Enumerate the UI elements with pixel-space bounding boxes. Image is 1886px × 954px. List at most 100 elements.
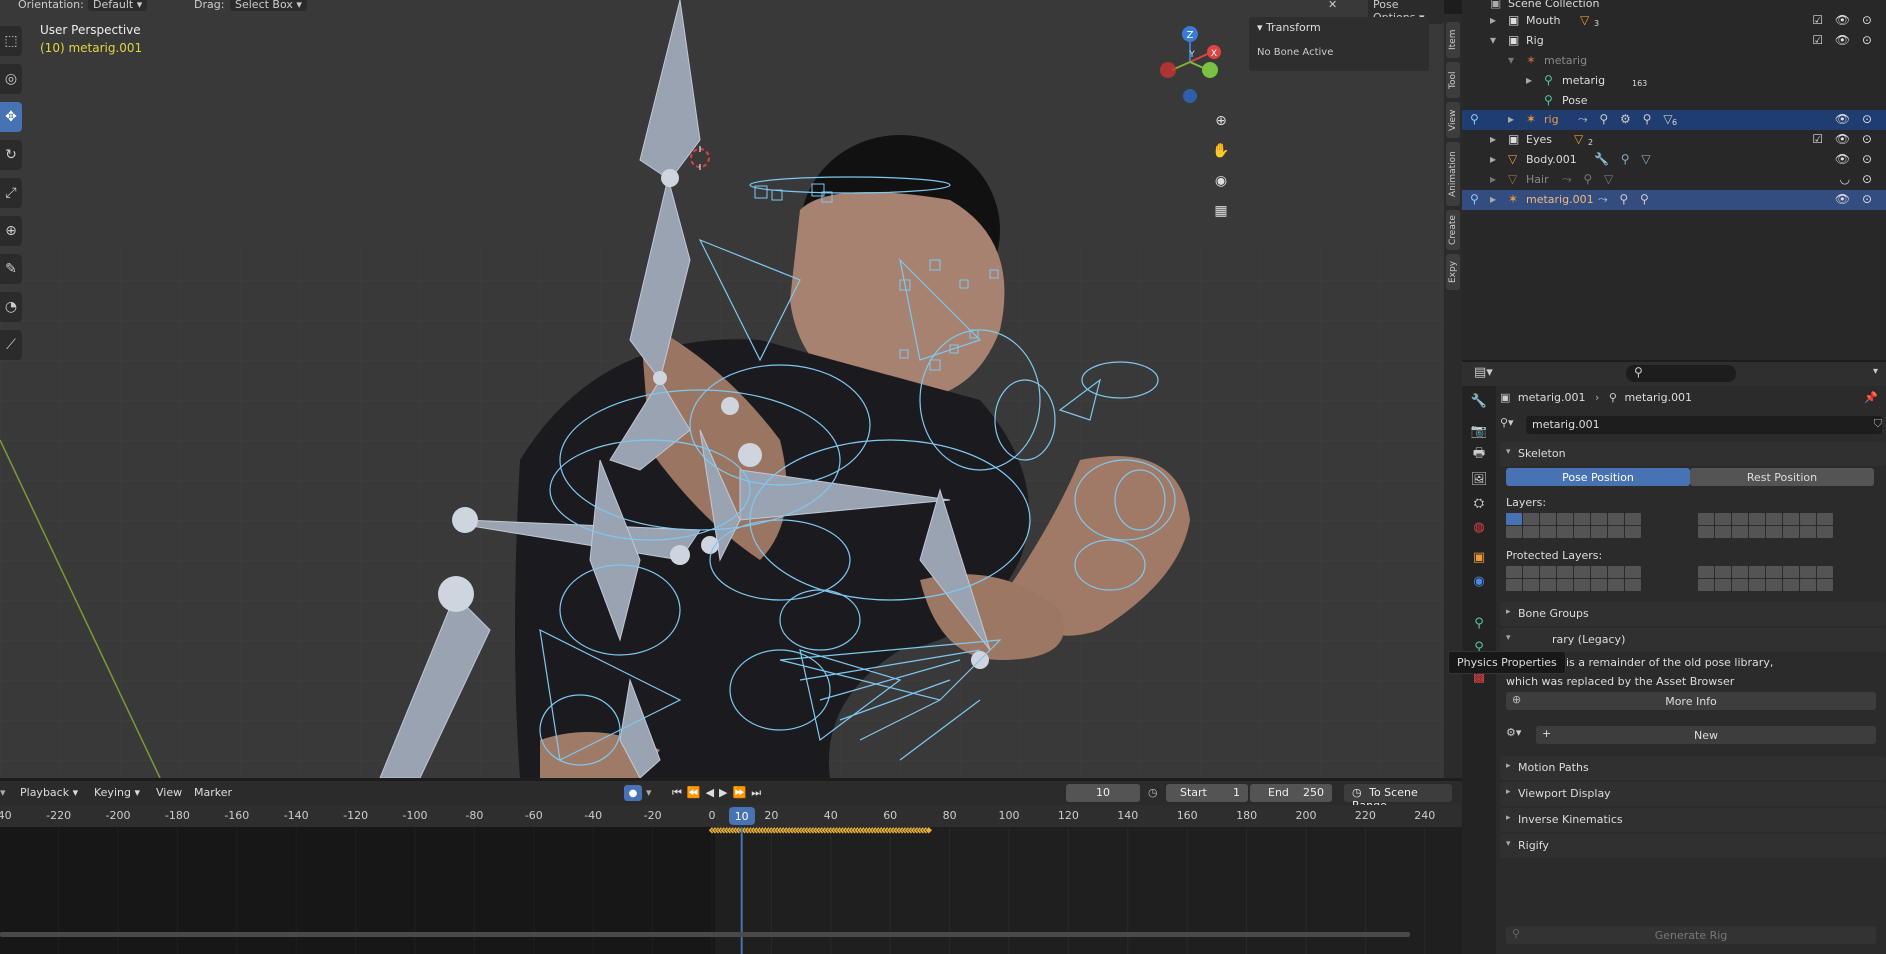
- expand-arrow-icon[interactable]: ▸: [1490, 192, 1496, 206]
- pose-library-dropdown[interactable]: ⚙▾: [1506, 726, 1534, 744]
- dopesheet-area[interactable]: [0, 826, 1462, 954]
- object-icon[interactable]: ▣: [1470, 548, 1488, 566]
- close-icon[interactable]: ✕: [1328, 0, 1337, 11]
- layers-grid-2[interactable]: [1698, 513, 1833, 538]
- start-frame-field[interactable]: Start 1: [1166, 784, 1248, 802]
- scale-icon[interactable]: ⤢: [0, 178, 22, 208]
- tool-icon[interactable]: 🔧: [1470, 392, 1488, 410]
- expand-arrow-icon[interactable]: ▸: [1526, 73, 1532, 87]
- transform-panel-title[interactable]: ▾ Transform: [1257, 21, 1321, 34]
- view-menu[interactable]: View: [156, 786, 182, 799]
- view-layer-icon[interactable]: 🖼: [1470, 470, 1488, 488]
- motion-paths-panel-header[interactable]: ▸ Motion Paths: [1500, 756, 1886, 780]
- record-icon[interactable]: ●: [624, 785, 642, 801]
- tab-view[interactable]: View: [1446, 102, 1460, 138]
- current-frame-field[interactable]: 10: [1066, 784, 1140, 802]
- inverse-kinematics-panel-header[interactable]: ▸ Inverse Kinematics: [1500, 808, 1886, 832]
- drag-dropdown[interactable]: Select Box ▾: [230, 0, 307, 11]
- viewport-display-panel-header[interactable]: ▸ Viewport Display: [1500, 782, 1886, 806]
- outliner-row-rig-object[interactable]: ⚲ ▸ ✶ rig ⤳ ⚲ ⚙ ⚲ ▽ 6 👁 ⊙: [1462, 110, 1886, 130]
- keying-menu[interactable]: Keying ▾: [94, 786, 140, 799]
- expand-arrow-icon[interactable]: ▸: [1508, 112, 1514, 126]
- to-scene-range-button[interactable]: ◷ To Scene Range: [1344, 784, 1452, 812]
- more-info-button[interactable]: ⊕ More Info: [1506, 692, 1876, 710]
- clock-icon[interactable]: ◷: [1148, 786, 1158, 799]
- outliner-row-hair[interactable]: ▸ ▽ Hair ⤳ ⚲ ▽ ◡ ⊙: [1462, 170, 1886, 190]
- bone-size-icon[interactable]: ⟋: [0, 330, 22, 360]
- pin-icon[interactable]: 📌: [1864, 391, 1878, 404]
- outliner-row-body[interactable]: ▸ ▽ Body.001 🔧 ⚲ ▽ 👁 ⊙: [1462, 150, 1886, 170]
- chevron-down-icon[interactable]: ▾: [0, 786, 6, 799]
- cursor-icon[interactable]: ◎: [0, 64, 22, 94]
- transform-icon[interactable]: ⊕: [0, 216, 22, 246]
- modifier-icon[interactable]: ◉: [1470, 572, 1488, 590]
- expand-arrow-icon[interactable]: ▾: [1508, 53, 1514, 67]
- visibility-icons[interactable]: ☑ 👁 ⊙: [1812, 132, 1876, 146]
- pose-library-panel-header[interactable]: ▾ rary (Legacy): [1500, 628, 1886, 652]
- 3d-viewport[interactable]: Orientation: Default ▾ Drag: Select Box …: [0, 0, 1444, 778]
- marker-menu[interactable]: Marker: [194, 786, 232, 799]
- properties-search[interactable]: ⚲: [1626, 365, 1736, 382]
- measure-icon[interactable]: ◔: [0, 292, 22, 322]
- armature-name-field[interactable]: metarig.001: [1526, 416, 1882, 434]
- tab-item[interactable]: Item: [1446, 22, 1460, 58]
- rigify-panel-header[interactable]: ▾ Rigify: [1500, 834, 1886, 858]
- current-frame-marker[interactable]: 10: [728, 807, 755, 825]
- hand-icon[interactable]: ✋: [1208, 138, 1234, 164]
- pose-mode-icon[interactable]: ⚲: [1470, 192, 1479, 206]
- tab-tool[interactable]: Tool: [1446, 62, 1460, 98]
- outliner-row-eyes[interactable]: ▸ ▣ Eyes ▽ 2 ☑ 👁 ⊙: [1462, 130, 1886, 150]
- visibility-icons[interactable]: ☑ 👁 ⊙: [1812, 33, 1876, 47]
- protected-layers-grid-1[interactable]: [1506, 566, 1641, 591]
- visibility-icons[interactable]: 👁 ⊙: [1835, 112, 1876, 126]
- visibility-icons[interactable]: 👁 ⊙: [1835, 152, 1876, 166]
- pose-position-button[interactable]: Pose Position: [1506, 468, 1690, 486]
- playback-controls[interactable]: ⏮⏪◀▶⏩⏭: [672, 786, 766, 800]
- expand-arrow-icon[interactable]: ▾: [1490, 33, 1496, 47]
- outliner-row-metarig001[interactable]: ⚲ ▸ ✶ metarig.001 ⤳ ⚲ ⚲ 👁 ⊙: [1462, 190, 1886, 210]
- fake-user-icon[interactable]: ⛉: [1874, 417, 1882, 431]
- visibility-icons[interactable]: 👁 ⊙: [1835, 192, 1876, 206]
- visibility-icons[interactable]: ◡ ⊙: [1840, 172, 1876, 186]
- outliner-row-metarig-data[interactable]: ▸ ⚲ metarig 163: [1462, 71, 1886, 91]
- pose-mode-icon[interactable]: ⚲: [1470, 112, 1479, 126]
- protected-layers-grid-2[interactable]: [1698, 566, 1833, 591]
- select-box-icon[interactable]: ⬚: [0, 26, 22, 56]
- armature-data-dropdown[interactable]: ⚲▾: [1500, 416, 1522, 434]
- new-pose-library-button[interactable]: + New: [1536, 726, 1876, 744]
- tab-animation[interactable]: Animation: [1446, 142, 1460, 206]
- grid-icon[interactable]: ▦: [1208, 198, 1234, 224]
- generate-rig-button[interactable]: ⚲ Generate Rig: [1506, 926, 1876, 944]
- playback-menu[interactable]: Playback ▾: [20, 786, 78, 799]
- expand-arrow-icon[interactable]: ▸: [1490, 13, 1496, 27]
- outliner-row-mouth[interactable]: ▸ ▣ Mouth ▽ 3 ☑ 👁 ⊙: [1462, 11, 1886, 31]
- end-frame-field[interactable]: End 250: [1250, 784, 1332, 802]
- chevron-down-icon[interactable]: ▾: [646, 786, 652, 799]
- orientation-dropdown[interactable]: Default ▾: [88, 0, 148, 11]
- bone-groups-panel-header[interactable]: ▸ Bone Groups: [1500, 602, 1886, 626]
- move-icon[interactable]: ✥: [0, 102, 22, 132]
- outliner-row-rig[interactable]: ▾ ▣ Rig ☑ 👁 ⊙: [1462, 31, 1886, 51]
- tab-expy[interactable]: Expy: [1446, 254, 1460, 290]
- camera-icon[interactable]: ◉: [1208, 168, 1234, 194]
- expand-arrow-icon[interactable]: ▸: [1490, 172, 1496, 186]
- zoom-icon[interactable]: ⊕: [1208, 108, 1234, 134]
- scene-icon[interactable]: ⛭: [1470, 494, 1488, 512]
- outliner-row-pose[interactable]: ⚲ Pose: [1462, 91, 1886, 111]
- outliner-row-metarig-object[interactable]: ▾ ✶ metarig: [1462, 51, 1886, 71]
- expand-arrow-icon[interactable]: ▸: [1490, 132, 1496, 146]
- annotate-icon[interactable]: ✎: [0, 254, 22, 284]
- rest-position-button[interactable]: Rest Position: [1690, 468, 1874, 486]
- chevron-down-icon[interactable]: ▾: [1873, 366, 1878, 377]
- expand-arrow-icon[interactable]: ▸: [1490, 152, 1496, 166]
- layers-grid-1[interactable]: [1506, 513, 1641, 538]
- output-icon[interactable]: 🖶: [1470, 446, 1488, 464]
- skeleton-panel-header[interactable]: ▾ Skeleton: [1500, 442, 1886, 466]
- navigation-gizmo[interactable]: Z X Y: [1150, 22, 1230, 106]
- frame-ruler[interactable]: -240-220-200-180-160-140-120-100-80-60-4…: [0, 805, 1462, 827]
- visibility-icons[interactable]: ☑ 👁 ⊙: [1812, 13, 1876, 27]
- render-icon[interactable]: 📷: [1470, 422, 1488, 440]
- rotate-icon[interactable]: ↻: [0, 140, 22, 170]
- physics-icon[interactable]: ⚲: [1470, 614, 1488, 632]
- editor-type-icon[interactable]: ▤▾: [1474, 365, 1493, 380]
